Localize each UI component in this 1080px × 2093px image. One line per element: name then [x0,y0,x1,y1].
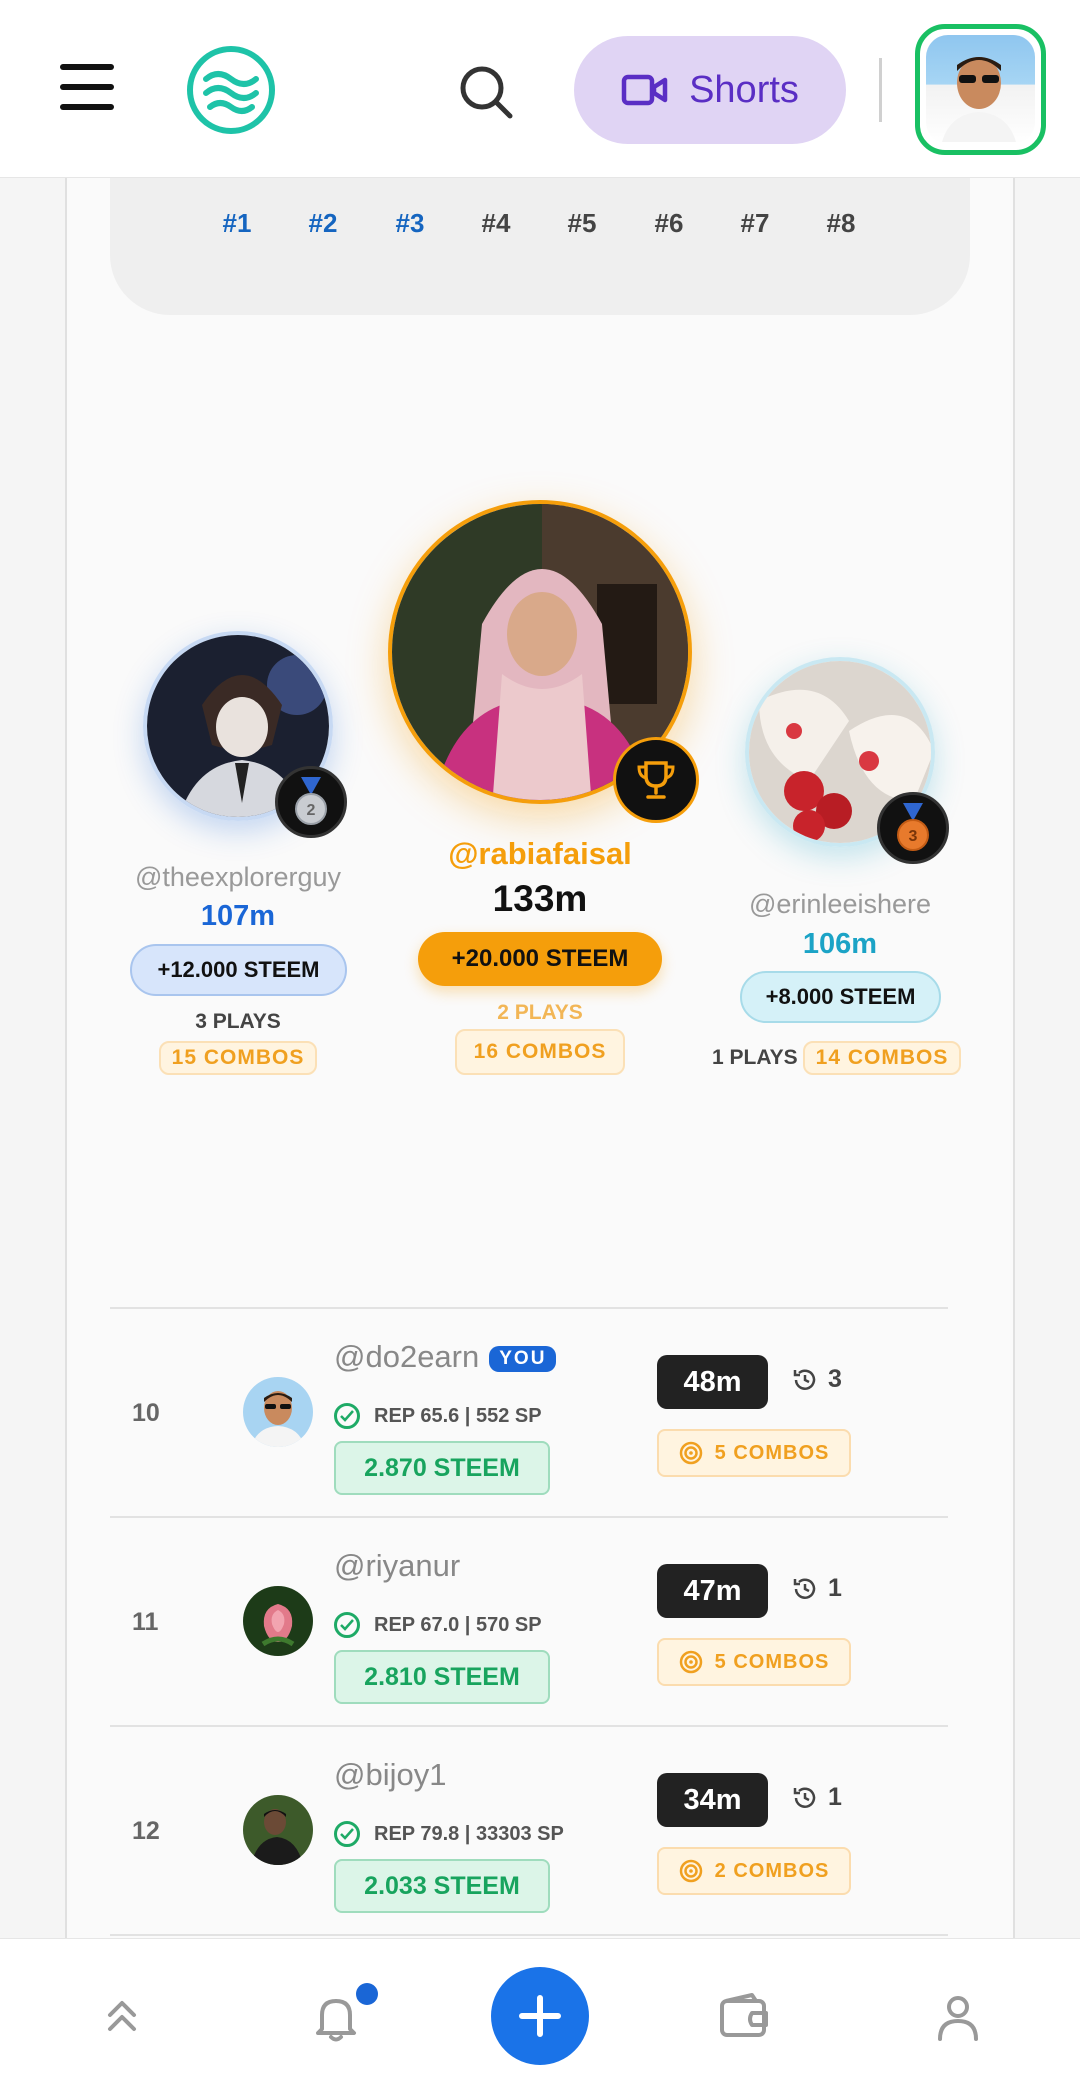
row-rep: REP 65.6 | 552 SP [334,1403,542,1429]
history-icon [793,1577,816,1599]
second-place-username[interactable]: @theexplorerguy [108,862,368,893]
row-steem-reward: 2.033 STEEM [334,1859,550,1913]
third-place-combos: 14 COMBOS [803,1041,961,1075]
notification-dot [356,1983,378,2005]
row-divider [110,1934,948,1936]
first-place-reward: +20.000 STEEM [418,932,662,986]
round-tab-2[interactable]: #2 [293,208,353,239]
attempts-count: 1 [828,1783,842,1811]
search-icon[interactable] [458,64,514,120]
leaderboard-row[interactable]: 11 @riyanur REP 67.0 | 570 SP 2.810 STEE… [110,1516,948,1725]
app-logo-icon[interactable] [186,45,276,135]
target-icon [679,1650,702,1674]
row-rep: REP 79.8 | 33303 SP [334,1821,564,1847]
third-place-username[interactable]: @erinleeishere [710,889,970,920]
username-text: @do2earn [334,1339,480,1374]
row-avatar[interactable] [243,1377,313,1447]
shorts-button[interactable]: Shorts [574,36,846,144]
round-tab-4[interactable]: #4 [466,208,526,239]
user-photo [243,1377,313,1447]
third-place-reward: +8.000 STEEM [740,971,941,1023]
row-rank: 10 [132,1399,160,1427]
row-combos: 5 COMBOS [657,1429,851,1477]
profile-user-icon[interactable] [930,1989,986,2045]
leaderboard-row[interactable]: 10 @do2earn YOU REP 65.6 | 552 SP 2.870 S… [110,1307,948,1516]
username-text: @bijoy1 [334,1757,447,1792]
first-place-combos: 16 COMBOS [455,1029,625,1075]
row-rank: 11 [132,1608,159,1636]
trophy-icon [613,737,699,823]
third-place-plays: 1 PLAYS [712,1046,798,1069]
first-place-username[interactable]: @rabiafaisal [390,836,690,872]
check-circle-icon [334,1821,360,1847]
target-icon [679,1859,702,1883]
rep-text: REP 79.8 | 33303 SP [374,1822,564,1845]
rep-text: REP 65.6 | 552 SP [374,1404,542,1427]
wallet-icon[interactable] [716,1989,772,2045]
attempts-count: 3 [828,1365,842,1393]
combos-text: 5 COMBOS [714,1441,830,1464]
row-attempts: 1 [792,1783,842,1812]
attempts-count: 1 [828,1574,842,1602]
row-combos: 5 COMBOS [657,1638,851,1686]
svg-text:3: 3 [909,828,918,845]
row-attempts: 1 [792,1574,842,1603]
first-place-time: 133m [492,878,588,919]
header-divider [879,58,882,122]
svg-text:2: 2 [307,802,316,819]
username-text: @riyanur [334,1548,461,1583]
profile-avatar[interactable] [915,24,1046,155]
scroll-top-icon[interactable] [94,1989,150,2045]
second-place-plays: 3 PLAYS [195,1010,281,1033]
round-tab-6[interactable]: #6 [639,208,699,239]
create-post-button[interactable] [491,1967,589,2065]
profile-photo [942,57,1016,142]
second-place-reward: +12.000 STEEM [130,944,347,996]
round-tab-3[interactable]: #3 [380,208,440,239]
you-badge: YOU [489,1345,557,1372]
menu-icon[interactable] [60,64,114,110]
rep-text: REP 67.0 | 570 SP [374,1613,542,1636]
video-camera-icon [621,74,668,106]
silver-medal-icon: 2 [275,766,347,838]
round-tab-7[interactable]: #7 [725,208,785,239]
combos-text: 5 COMBOS [714,1650,830,1673]
third-place-time: 106m [802,928,878,960]
shorts-label: Shorts [689,68,799,111]
user-photo [243,1586,313,1656]
row-attempts: 3 [792,1365,842,1394]
first-place-plays: 2 PLAYS [497,1001,583,1024]
plus-icon [519,1995,561,2037]
bottom-navigation [0,1938,1080,2093]
row-username[interactable]: @bijoy1 [334,1757,446,1793]
row-rank: 12 [132,1817,160,1845]
second-place-time: 107m [200,900,276,932]
row-combos: 2 COMBOS [657,1847,851,1895]
row-time: 34m [657,1773,768,1827]
history-icon [793,1786,816,1808]
target-icon [679,1441,702,1465]
row-time: 47m [657,1564,768,1618]
row-avatar[interactable] [243,1795,313,1865]
row-steem-reward: 2.810 STEEM [334,1650,550,1704]
round-tab-5[interactable]: #5 [552,208,612,239]
row-time: 48m [657,1355,768,1409]
second-place-combos: 15 COMBOS [159,1041,317,1075]
user-photo [243,1795,313,1865]
check-circle-icon [334,1612,360,1638]
round-tab-8[interactable]: #8 [811,208,871,239]
history-icon [793,1368,816,1390]
round-tab-1[interactable]: #1 [207,208,267,239]
row-username[interactable]: @riyanur [334,1548,460,1584]
check-circle-icon [334,1403,360,1429]
row-avatar[interactable] [243,1586,313,1656]
top-app-bar: Shorts [0,0,1080,178]
row-rep: REP 67.0 | 570 SP [334,1612,542,1638]
row-steem-reward: 2.870 STEEM [334,1441,550,1495]
leaderboard-row[interactable]: 12 @bijoy1 REP 79.8 | 33303 SP 2.033 STE… [110,1725,948,1934]
row-username[interactable]: @do2earn YOU [334,1339,557,1375]
bronze-medal-icon: 3 [877,792,949,864]
combos-text: 2 COMBOS [714,1859,830,1882]
